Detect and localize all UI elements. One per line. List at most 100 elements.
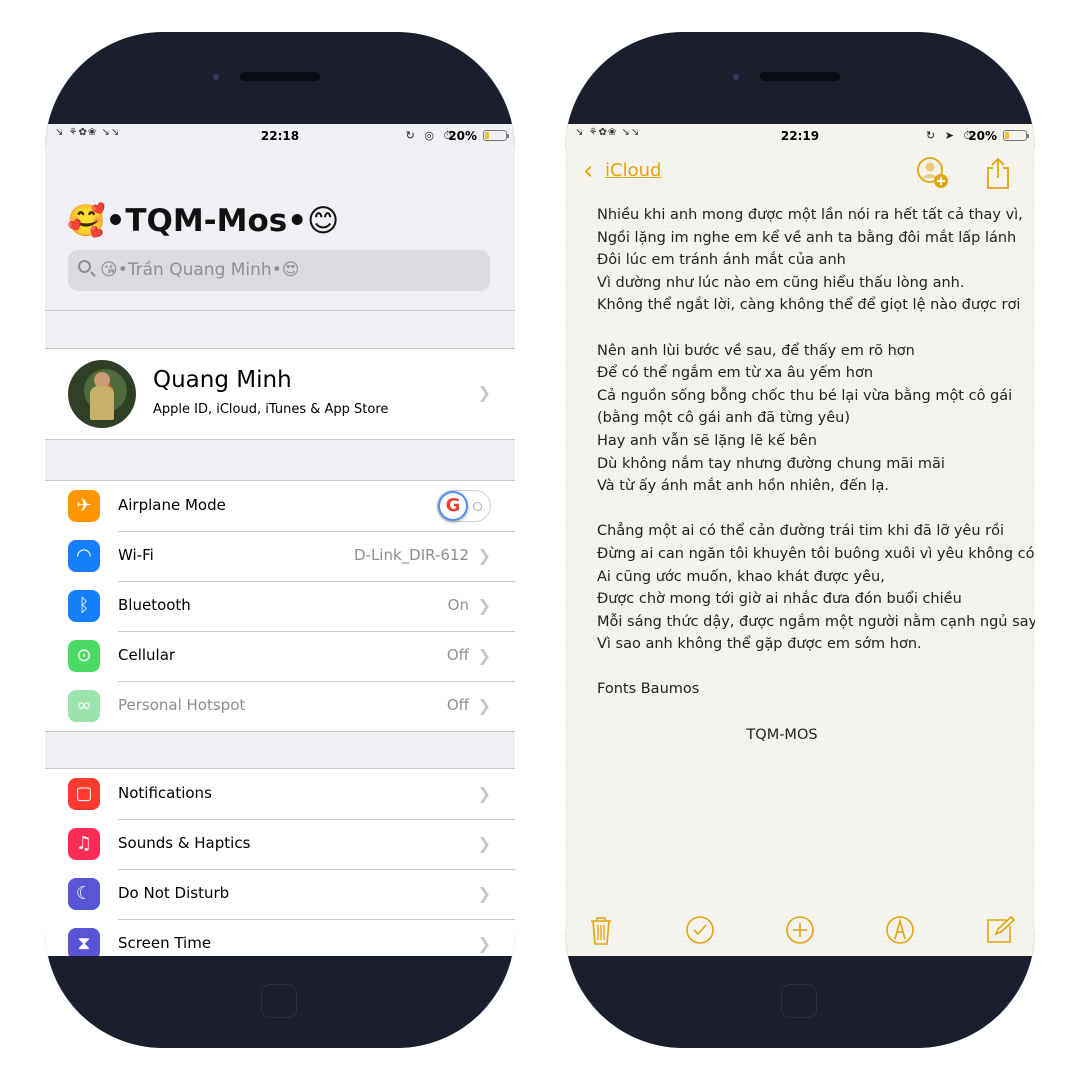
chevron-right-icon: ❯ <box>477 884 491 903</box>
settings-row-label: Personal Hotspot <box>118 696 246 714</box>
profile-name: Quang Minh <box>153 367 292 393</box>
hourglass-icon: ⧗ <box>68 928 100 956</box>
settings-row-personal-hotspot[interactable]: ∞ Personal Hotspot Off ❯ <box>45 681 515 731</box>
settings-row-sounds-haptics[interactable]: ♫ Sounds & Haptics ❯ <box>45 819 515 869</box>
earpiece-speaker <box>240 72 320 81</box>
profile-subtitle: Apple ID, iCloud, iTunes & App Store <box>153 402 389 417</box>
general-settings-group: ▢ Notifications ❯ ♫ Sounds & Haptics ❯ ☾ Do Not… <box>45 768 515 956</box>
note-line: Để có thể ngắm em từ xa âu yếm hơn <box>597 365 874 382</box>
home-button[interactable] <box>781 984 817 1018</box>
battery-icon <box>483 130 509 141</box>
note-line: Cả nguồn sống bỗng chốc thu bé lại vừa b… <box>597 387 1013 404</box>
battery-percent: 20% <box>448 129 477 143</box>
notifications-icon: ▢ <box>68 778 100 810</box>
compose-icon[interactable] <box>984 914 1016 946</box>
trash-icon[interactable] <box>585 914 617 946</box>
chevron-right-icon: ❯ <box>477 834 491 853</box>
share-icon[interactable] <box>985 156 1011 190</box>
status-bar: ↘ ⚘✿❀ ↘↘ 22:19 ↻ ➤ ⏱ 20% <box>565 124 1035 148</box>
avatar <box>68 360 136 428</box>
hotspot-icon: ∞ <box>68 690 100 722</box>
battery-percent: 20% <box>968 129 997 143</box>
cellular-antenna-icon: ⊙ <box>68 640 100 672</box>
note-line: Vì sao anh không thể gặp được em sớm hơn… <box>597 636 922 653</box>
battery-icon <box>1003 130 1029 141</box>
status-bar: ↘ ⚘✿❀ ↘↘ 22:18 ↻ ◎ ⏱ 20% <box>45 124 515 148</box>
notes-screen: ↘ ⚘✿❀ ↘↘ 22:19 ↻ ➤ ⏱ 20% ‹ iCloud Nhiều … <box>565 124 1035 956</box>
chevron-left-icon[interactable]: ‹ <box>583 158 593 184</box>
speaker-icon: ♫ <box>68 828 100 860</box>
settings-row-airplane-mode[interactable]: ✈ Airplane Mode G <box>45 481 515 531</box>
search-placeholder: 😘•Trần Quang Minh•😍 <box>100 260 300 280</box>
note-line: Và từ ấy ánh mắt anh hồn nhiên, đến lạ. <box>597 478 889 495</box>
chevron-right-icon: ❯ <box>477 596 491 615</box>
settings-screen: ↘ ⚘✿❀ ↘↘ 22:18 ↻ ◎ ⏱ 20% 🥰•TQM-Mos•😊 😘•T… <box>45 124 515 956</box>
connectivity-settings-group: ✈ Airplane Mode G ◠ Wi-Fi D-Link_DIR-612 ❯ ᛒ Blu… <box>45 480 515 732</box>
settings-row-value: On <box>447 596 469 614</box>
note-line: Được chờ mong tới giờ ai nhắc đưa đón bu… <box>597 591 962 608</box>
note-line: Nhiều khi anh mong được một lần nói ra h… <box>597 207 1023 223</box>
bluetooth-icon: ᛒ <box>68 590 100 622</box>
settings-row-value: D-Link_DIR-612 <box>353 546 469 564</box>
chevron-right-icon: ❯ <box>477 696 491 715</box>
note-line: Nên anh lùi bước về sau, để thấy em rõ h… <box>597 342 915 359</box>
wifi-icon: ◠ <box>68 540 100 572</box>
search-field[interactable]: 😘•Trần Quang Minh•😍 <box>68 250 490 291</box>
settings-row-notifications[interactable]: ▢ Notifications ❯ <box>45 769 515 819</box>
notes-nav-bar: ‹ iCloud <box>565 148 1035 198</box>
settings-row-value: Off <box>446 696 469 714</box>
add-icon[interactable] <box>784 914 816 946</box>
add-person-icon[interactable] <box>916 156 950 190</box>
chevron-right-icon: ❯ <box>477 784 491 803</box>
front-camera <box>213 74 219 80</box>
divider <box>45 310 515 311</box>
moon-icon: ☾ <box>68 878 100 910</box>
note-line: Đôi lúc em tránh ánh mắt của anh <box>597 252 846 269</box>
settings-row-label: Cellular <box>118 646 176 664</box>
chevron-right-icon: ❯ <box>477 934 491 953</box>
front-camera <box>733 74 739 80</box>
note-line: Ngồi lặng im nghe em kể về anh ta bằng đ… <box>597 229 1017 246</box>
note-line: Dù không nắm tay nhưng đường chung mãi m… <box>597 455 945 472</box>
settings-row-do-not-disturb[interactable]: ☾ Do Not Disturb ❯ <box>45 869 515 919</box>
settings-row-value: Off <box>446 646 469 664</box>
earpiece-speaker <box>760 72 840 81</box>
note-line: Ai cũng ước muốn, khao khát được yêu, <box>597 568 885 585</box>
checklist-icon[interactable] <box>684 914 716 946</box>
note-line: Chẳng một ai có thể cản đường trái tim k… <box>597 523 1005 540</box>
settings-row-label: Do Not Disturb <box>118 884 230 902</box>
back-button[interactable]: iCloud <box>605 160 661 181</box>
settings-row-bluetooth[interactable]: ᛒ Bluetooth On ❯ <box>45 581 515 631</box>
note-line: Hay anh vẫn sẽ lặng lẽ kế bên <box>597 432 817 449</box>
note-line: Vì dường như lúc nào em cũng hiểu thấu l… <box>597 274 965 291</box>
right-phone-frame: ↘ ⚘✿❀ ↘↘ 22:19 ↻ ➤ ⏱ 20% ‹ iCloud Nhiều … <box>565 32 1035 1048</box>
settings-row-cellular[interactable]: ⊙ Cellular Off ❯ <box>45 631 515 681</box>
notes-toolbar <box>565 912 1035 952</box>
note-line: Mỗi sáng thức dậy, được ngắm một người n… <box>597 613 1035 630</box>
airplane-mode-toggle[interactable]: G <box>437 490 491 522</box>
note-line: Đừng ai can ngăn tôi khuyên tôi buông xu… <box>597 545 1035 562</box>
settings-row-wi-fi[interactable]: ◠ Wi-Fi D-Link_DIR-612 ❯ <box>45 531 515 581</box>
note-line: Fonts Baumos <box>597 681 700 698</box>
note-signature: TQM-MOS <box>746 726 818 743</box>
settings-row-label: Wi-Fi <box>118 546 154 564</box>
chevron-right-icon: ❯ <box>477 383 491 402</box>
apple-id-profile-row[interactable]: Quang Minh Apple ID, iCloud, iTunes & Ap… <box>45 348 515 440</box>
markup-pen-icon[interactable] <box>884 914 916 946</box>
chevron-right-icon: ❯ <box>477 646 491 665</box>
settings-row-label: Screen Time <box>118 934 212 952</box>
settings-row-label: Notifications <box>118 784 212 802</box>
search-icon <box>78 260 91 273</box>
chevron-right-icon: ❯ <box>477 546 491 565</box>
settings-row-screen-time[interactable]: ⧗ Screen Time ❯ <box>45 919 515 956</box>
page-title: 🥰•TQM-Mos•😊 <box>67 203 340 239</box>
note-text[interactable]: Nhiều khi anh mong được một lần nói ra h… <box>597 204 1035 746</box>
settings-row-label: Bluetooth <box>118 596 191 614</box>
home-button[interactable] <box>261 984 297 1018</box>
left-phone-frame: ↘ ⚘✿❀ ↘↘ 22:18 ↻ ◎ ⏱ 20% 🥰•TQM-Mos•😊 😘•T… <box>45 32 515 1048</box>
google-logo-icon: G <box>438 491 468 521</box>
airplane-icon: ✈ <box>68 490 100 522</box>
